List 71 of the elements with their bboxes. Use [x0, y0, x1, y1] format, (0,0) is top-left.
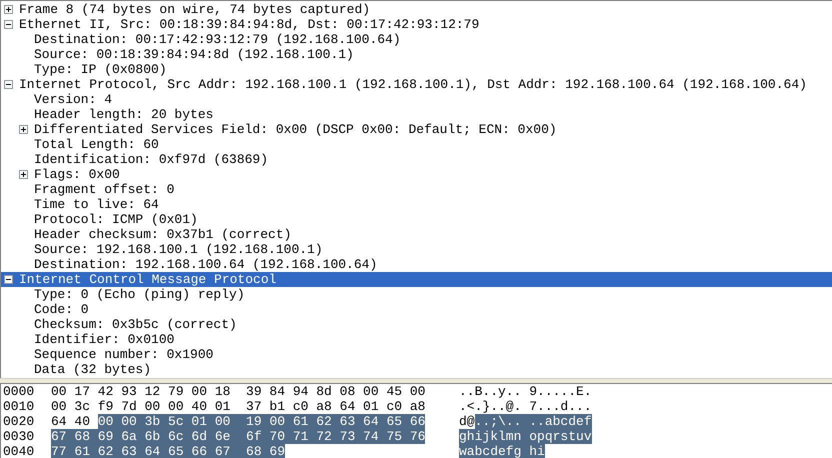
tree-label: Destination: 00:17:42:93:12:79 (192.168.100.64) — [34, 32, 401, 47]
tree-row[interactable]: Frame 8 (74 bytes on wire, 74 bytes captured) — [1, 2, 832, 17]
tree-label: Identification: 0xf97d (63869) — [34, 152, 268, 167]
tree-label: Source: 00:18:39:84:94:8d (192.168.100.1) — [34, 47, 354, 62]
tree-label: Identifier: 0x0100 — [34, 332, 174, 347]
tree-row[interactable]: Version: 4 — [1, 92, 832, 107]
tree-row[interactable]: Identifier: 0x0100 — [1, 332, 832, 347]
hex-bytes: 00 3c f9 7d 00 00 40 01 37 b1 c0 a8 64 01 c0 a8 — [51, 399, 426, 414]
tree-label: Differentiated Services Field: 0x00 (DSCP 0x00: Default; ECN: 0x00) — [34, 122, 557, 137]
tree-label: Total Length: 60 — [34, 137, 159, 152]
ascii-text: ..B..y.. 9.....E. — [459, 384, 592, 399]
minus-box-icon[interactable] — [4, 80, 13, 89]
tree-label: Header length: 20 bytes — [34, 107, 214, 122]
tree-row[interactable]: Internet Control Message Protocol — [1, 272, 832, 287]
tree-label: Destination: 192.168.100.64 (192.168.100.64) — [34, 257, 378, 272]
hex-bytes: 00 17 42 93 12 79 00 18 39 84 94 8d 08 00 45 00 — [51, 384, 426, 399]
tree-row[interactable]: Checksum: 0x3b5c (correct) — [1, 317, 832, 332]
plus-box-icon[interactable] — [4, 5, 13, 14]
tree-row[interactable]: Code: 0 — [1, 302, 832, 317]
hex-bytes: 00 00 3b 5c 01 00 19 00 61 62 63 64 65 66 — [98, 414, 426, 429]
tree-row[interactable]: Ethernet II, Src: 00:18:39:84:94:8d, Dst: 00:17:42:93:12:79 — [1, 17, 832, 32]
tree-label: Source: 192.168.100.1 (192.168.100.1) — [34, 242, 323, 257]
tree-row[interactable]: Total Length: 60 — [1, 137, 832, 152]
minus-box-icon[interactable] — [4, 275, 13, 284]
tree-label: Type: 0 (Echo (ping) reply) — [34, 287, 245, 302]
ascii-text: .<.}..@. 7...d... — [459, 399, 592, 414]
tree-row[interactable]: Source: 192.168.100.1 (192.168.100.1) — [1, 242, 832, 257]
tree-row[interactable]: Destination: 00:17:42:93:12:79 (192.168.100.64) — [1, 32, 832, 47]
hex-offset: 0010 — [2, 399, 36, 414]
tree-label: Data (32 bytes) — [34, 362, 152, 377]
plus-box-icon[interactable] — [19, 170, 28, 179]
tree-label: Version: 4 — [34, 92, 112, 107]
hex-offset: 0020 — [2, 414, 36, 429]
tree-label: Code: 0 — [34, 302, 89, 317]
tree-row[interactable]: Differentiated Services Field: 0x00 (DSCP 0x00: Default; ECN: 0x00) — [1, 122, 832, 137]
tree-row[interactable]: Type: 0 (Echo (ping) reply) — [1, 287, 832, 302]
hex-bytes: 64 40 — [51, 414, 92, 429]
tree-row[interactable]: Type: IP (0x0800) — [1, 62, 832, 77]
tree-row[interactable]: Destination: 192.168.100.64 (192.168.100.64) — [1, 257, 832, 272]
tree-row[interactable]: Fragment offset: 0 — [1, 182, 832, 197]
tree-row[interactable]: Header checksum: 0x37b1 (correct) — [1, 227, 832, 242]
ascii-text: ..;\.. ..abcdef — [474, 414, 592, 429]
tree-label: Checksum: 0x3b5c (correct) — [34, 317, 237, 332]
tree-row[interactable]: Flags: 0x00 — [1, 167, 832, 182]
ascii-text: wabcdefg hi — [459, 444, 545, 458]
tree-row[interactable]: Header length: 20 bytes — [1, 107, 832, 122]
minus-box-icon[interactable] — [4, 20, 13, 29]
tree-label: Time to live: 64 — [34, 197, 159, 212]
tree-label: Protocol: ICMP (0x01) — [34, 212, 198, 227]
tree-row[interactable]: Data (32 bytes) — [1, 362, 832, 377]
hex-offset: 0040 — [2, 444, 36, 458]
hex-offset: 0000 — [2, 384, 36, 399]
tree-label: Header checksum: 0x37b1 (correct) — [34, 227, 292, 242]
tree-row[interactable]: Sequence number: 0x1900 — [1, 347, 832, 362]
plus-box-icon[interactable] — [19, 125, 28, 134]
tree-label: Fragment offset: 0 — [34, 182, 174, 197]
tree-label: Flags: 0x00 — [34, 167, 120, 182]
tree-row[interactable]: Time to live: 64 — [1, 197, 832, 212]
hex-offset: 0030 — [2, 429, 36, 444]
tree-row[interactable]: Source: 00:18:39:84:94:8d (192.168.100.1) — [1, 47, 832, 62]
tree-label: Ethernet II, Src: 00:18:39:84:94:8d, Dst: 00:17:42:93:12:79 — [19, 17, 480, 32]
tree-label: Type: IP (0x0800) — [34, 62, 167, 77]
tree-row[interactable]: Protocol: ICMP (0x01) — [1, 212, 832, 227]
tree-row[interactable]: Identification: 0xf97d (63869) — [1, 152, 832, 167]
hex-bytes: 67 68 69 6a 6b 6c 6d 6e 6f 70 71 72 73 74 75 76 — [51, 429, 426, 444]
ascii-text: ghijklmn opqrstuv — [459, 429, 592, 444]
tree-label: Internet Control Message Protocol — [19, 272, 276, 287]
tree-label: Frame 8 (74 bytes on wire, 74 bytes captured) — [19, 2, 370, 17]
tree-label: Sequence number: 0x1900 — [34, 347, 214, 362]
ascii-text: d@ — [459, 414, 475, 429]
hex-bytes: 77 61 62 63 64 65 66 67 68 69 — [51, 444, 286, 458]
